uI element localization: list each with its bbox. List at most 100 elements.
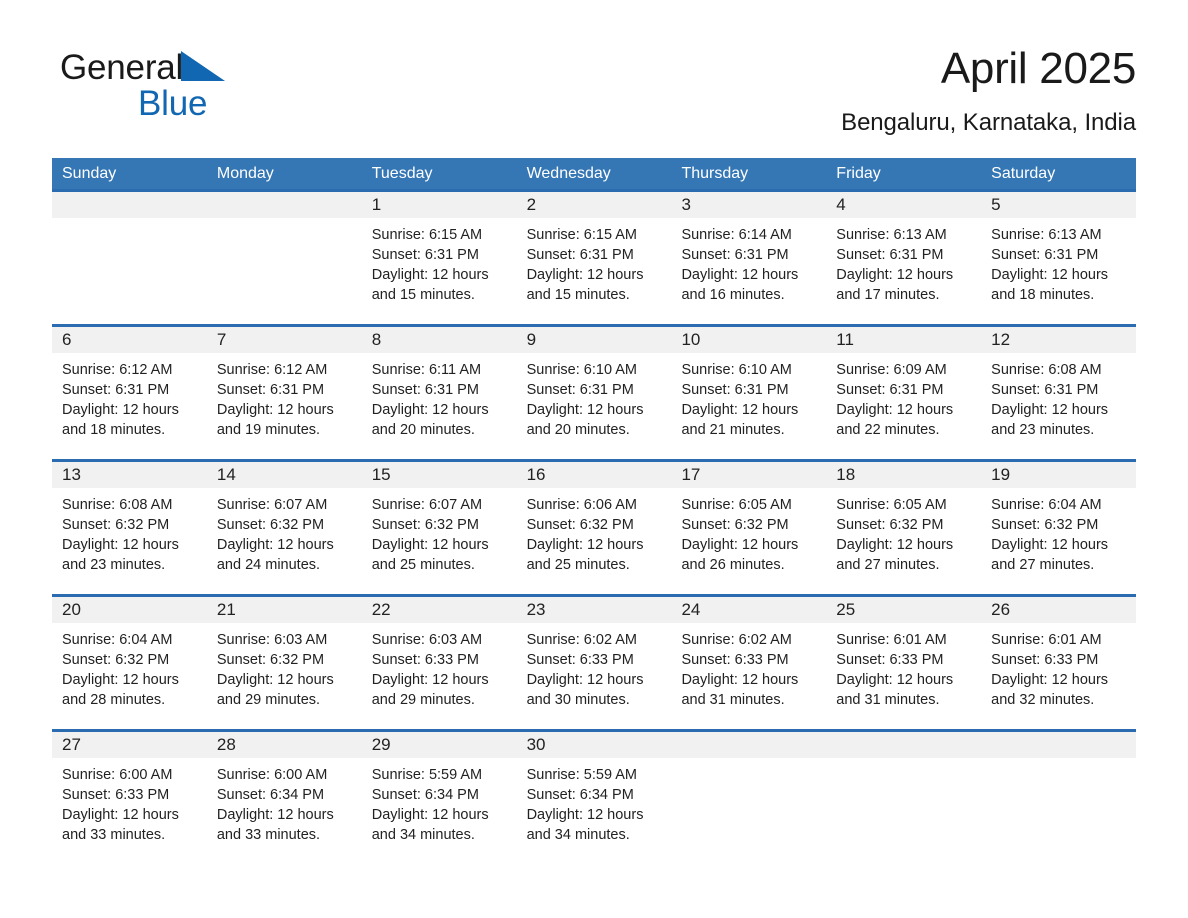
week-body-row: Sunrise: 6:04 AM Sunset: 6:32 PM Dayligh… xyxy=(52,623,1136,729)
day-cell[interactable]: Sunrise: 6:02 AM Sunset: 6:33 PM Dayligh… xyxy=(671,623,826,729)
daylight-text-line1: Daylight: 12 hours xyxy=(526,267,644,283)
week-body-row: Sunrise: 6:08 AM Sunset: 6:32 PM Dayligh… xyxy=(52,488,1136,594)
sunset-text: Sunset: 6:31 PM xyxy=(216,382,325,398)
day-cell[interactable]: Sunrise: 6:05 AM Sunset: 6:32 PM Dayligh… xyxy=(826,488,981,594)
daylight-text-line2: and 23 minutes. xyxy=(62,557,166,573)
day-number: 25 xyxy=(836,600,856,619)
day-cell[interactable]: Sunrise: 5:59 AM Sunset: 6:34 PM Dayligh… xyxy=(517,758,672,864)
daylight-text-line1: Daylight: 12 hours xyxy=(62,402,179,418)
sunrise-text: Sunrise: 6:07 AM xyxy=(371,497,483,513)
daylight-text-line2: and 15 minutes. xyxy=(371,287,475,303)
sunset-text: Sunset: 6:32 PM xyxy=(526,517,634,533)
day-cell[interactable]: Sunrise: 6:08 AM Sunset: 6:31 PM Dayligh… xyxy=(981,353,1136,459)
sunset-text: Sunset: 6:31 PM xyxy=(681,382,789,398)
daylight-text-line2: and 17 minutes. xyxy=(836,287,940,303)
sunrise-text: Sunrise: 6:08 AM xyxy=(991,362,1102,378)
daylight-text-line1: Daylight: 12 hours xyxy=(62,537,179,553)
sunset-text: Sunset: 6:31 PM xyxy=(991,382,1099,398)
day-cell[interactable]: Sunrise: 6:07 AM Sunset: 6:32 PM Dayligh… xyxy=(207,488,362,594)
daylight-text-line2: and 31 minutes. xyxy=(836,692,940,708)
day-cell[interactable] xyxy=(52,218,207,324)
day-number: 18 xyxy=(836,465,856,484)
day-cell[interactable]: Sunrise: 6:04 AM Sunset: 6:32 PM Dayligh… xyxy=(981,488,1136,594)
generalblue-logo[interactable]: General Blue xyxy=(60,48,360,128)
day-cell[interactable]: Sunrise: 6:09 AM Sunset: 6:31 PM Dayligh… xyxy=(826,353,981,459)
day-cell[interactable] xyxy=(207,218,362,324)
daylight-text-line2: and 16 minutes. xyxy=(681,287,785,303)
day-cell[interactable]: Sunrise: 6:13 AM Sunset: 6:31 PM Dayligh… xyxy=(981,218,1136,324)
day-cell[interactable]: Sunrise: 6:02 AM Sunset: 6:33 PM Dayligh… xyxy=(517,623,672,729)
daylight-text-line1: Daylight: 12 hours xyxy=(991,537,1109,553)
day-cell[interactable]: Sunrise: 6:10 AM Sunset: 6:31 PM Dayligh… xyxy=(517,353,672,459)
day-cell[interactable]: Sunrise: 6:01 AM Sunset: 6:33 PM Dayligh… xyxy=(981,623,1136,729)
sunrise-text: Sunrise: 6:03 AM xyxy=(371,632,483,648)
week-daynumber-band: 13 14 15 16 17 18 19 xyxy=(52,462,1136,488)
day-cell[interactable]: Sunrise: 6:12 AM Sunset: 6:31 PM Dayligh… xyxy=(207,353,362,459)
daylight-text-line1: Daylight: 12 hours xyxy=(991,672,1109,688)
day-cell[interactable]: Sunrise: 6:10 AM Sunset: 6:31 PM Dayligh… xyxy=(671,353,826,459)
weekday-header-tuesday: Tuesday xyxy=(371,165,433,182)
day-number: 1 xyxy=(371,195,382,214)
sunset-text: Sunset: 6:32 PM xyxy=(62,517,170,533)
daylight-text-line2: and 15 minutes. xyxy=(526,287,630,303)
day-cell[interactable]: Sunrise: 5:59 AM Sunset: 6:34 PM Dayligh… xyxy=(362,758,517,864)
sunrise-text: Sunrise: 6:10 AM xyxy=(681,362,792,378)
day-number: 11 xyxy=(836,330,854,349)
day-cell[interactable]: Sunrise: 6:00 AM Sunset: 6:34 PM Dayligh… xyxy=(207,758,362,864)
weekday-header-row: Sunday Monday Tuesday Wednesday Thursday… xyxy=(52,158,1136,189)
sunrise-text: Sunrise: 6:05 AM xyxy=(681,497,792,513)
daylight-text-line1: Daylight: 12 hours xyxy=(681,672,799,688)
daylight-text-line1: Daylight: 12 hours xyxy=(836,672,954,688)
day-cell[interactable]: Sunrise: 6:15 AM Sunset: 6:31 PM Dayligh… xyxy=(362,218,517,324)
sunrise-text: Sunrise: 6:00 AM xyxy=(216,767,328,783)
sunset-text: Sunset: 6:32 PM xyxy=(371,517,479,533)
daylight-text-line2: and 31 minutes. xyxy=(681,692,785,708)
day-number: 24 xyxy=(681,600,701,619)
daylight-text-line2: and 33 minutes. xyxy=(216,827,321,843)
day-number: 27 xyxy=(62,735,81,754)
day-cell[interactable]: Sunrise: 6:13 AM Sunset: 6:31 PM Dayligh… xyxy=(826,218,981,324)
day-number: 3 xyxy=(681,195,691,214)
sunrise-text: Sunrise: 6:04 AM xyxy=(62,632,173,648)
day-cell[interactable]: Sunrise: 6:03 AM Sunset: 6:32 PM Dayligh… xyxy=(207,623,362,729)
sunrise-text: Sunrise: 6:09 AM xyxy=(836,362,947,378)
day-cell[interactable] xyxy=(671,758,826,864)
day-cell[interactable]: Sunrise: 6:12 AM Sunset: 6:31 PM Dayligh… xyxy=(52,353,207,459)
logo-line-blue: Blue xyxy=(60,84,360,124)
sunrise-text: Sunrise: 6:12 AM xyxy=(216,362,328,378)
page-header: General Blue April 2025 Bengaluru, Karna… xyxy=(52,0,1136,158)
day-number: 5 xyxy=(991,195,1001,214)
sunrise-text: Sunrise: 6:02 AM xyxy=(526,632,637,648)
sunrise-text: Sunrise: 6:08 AM xyxy=(62,497,173,513)
weekday-header-monday: Monday xyxy=(216,165,274,182)
day-cell[interactable]: Sunrise: 6:03 AM Sunset: 6:33 PM Dayligh… xyxy=(362,623,517,729)
sunset-text: Sunset: 6:32 PM xyxy=(216,517,325,533)
day-number: 13 xyxy=(62,465,81,484)
day-cell[interactable]: Sunrise: 6:01 AM Sunset: 6:33 PM Dayligh… xyxy=(826,623,981,729)
day-cell[interactable]: Sunrise: 6:11 AM Sunset: 6:31 PM Dayligh… xyxy=(362,353,517,459)
sunset-text: Sunset: 6:33 PM xyxy=(371,652,479,668)
sunset-text: Sunset: 6:31 PM xyxy=(836,382,944,398)
calendar-week-row: 27 28 29 30 Sunrise: 6:00 AM Sunset: 6:3… xyxy=(52,729,1136,864)
day-cell[interactable]: Sunrise: 6:08 AM Sunset: 6:32 PM Dayligh… xyxy=(52,488,207,594)
day-cell[interactable]: Sunrise: 6:07 AM Sunset: 6:32 PM Dayligh… xyxy=(362,488,517,594)
sunset-text: Sunset: 6:34 PM xyxy=(371,787,479,803)
day-cell[interactable]: Sunrise: 6:06 AM Sunset: 6:32 PM Dayligh… xyxy=(517,488,672,594)
day-cell[interactable]: Sunrise: 6:04 AM Sunset: 6:32 PM Dayligh… xyxy=(52,623,207,729)
day-cell[interactable]: Sunrise: 6:05 AM Sunset: 6:32 PM Dayligh… xyxy=(671,488,826,594)
day-number: 20 xyxy=(62,600,81,619)
day-cell[interactable]: Sunrise: 6:15 AM Sunset: 6:31 PM Dayligh… xyxy=(517,218,672,324)
week-body-row: Sunrise: 6:00 AM Sunset: 6:33 PM Dayligh… xyxy=(52,758,1136,864)
day-cell[interactable]: Sunrise: 6:00 AM Sunset: 6:33 PM Dayligh… xyxy=(52,758,207,864)
day-number xyxy=(671,732,826,758)
sunrise-text: Sunrise: 6:05 AM xyxy=(836,497,947,513)
day-cell[interactable] xyxy=(826,758,981,864)
daylight-text-line2: and 29 minutes. xyxy=(371,692,475,708)
daylight-text-line1: Daylight: 12 hours xyxy=(216,537,334,553)
daylight-text-line2: and 34 minutes. xyxy=(371,827,475,843)
day-cell[interactable]: Sunrise: 6:14 AM Sunset: 6:31 PM Dayligh… xyxy=(671,218,826,324)
sunset-text: Sunset: 6:32 PM xyxy=(991,517,1099,533)
location-subtitle: Bengaluru, Karnataka, India xyxy=(841,109,1136,136)
sunset-text: Sunset: 6:33 PM xyxy=(62,787,170,803)
day-cell[interactable] xyxy=(981,758,1136,864)
